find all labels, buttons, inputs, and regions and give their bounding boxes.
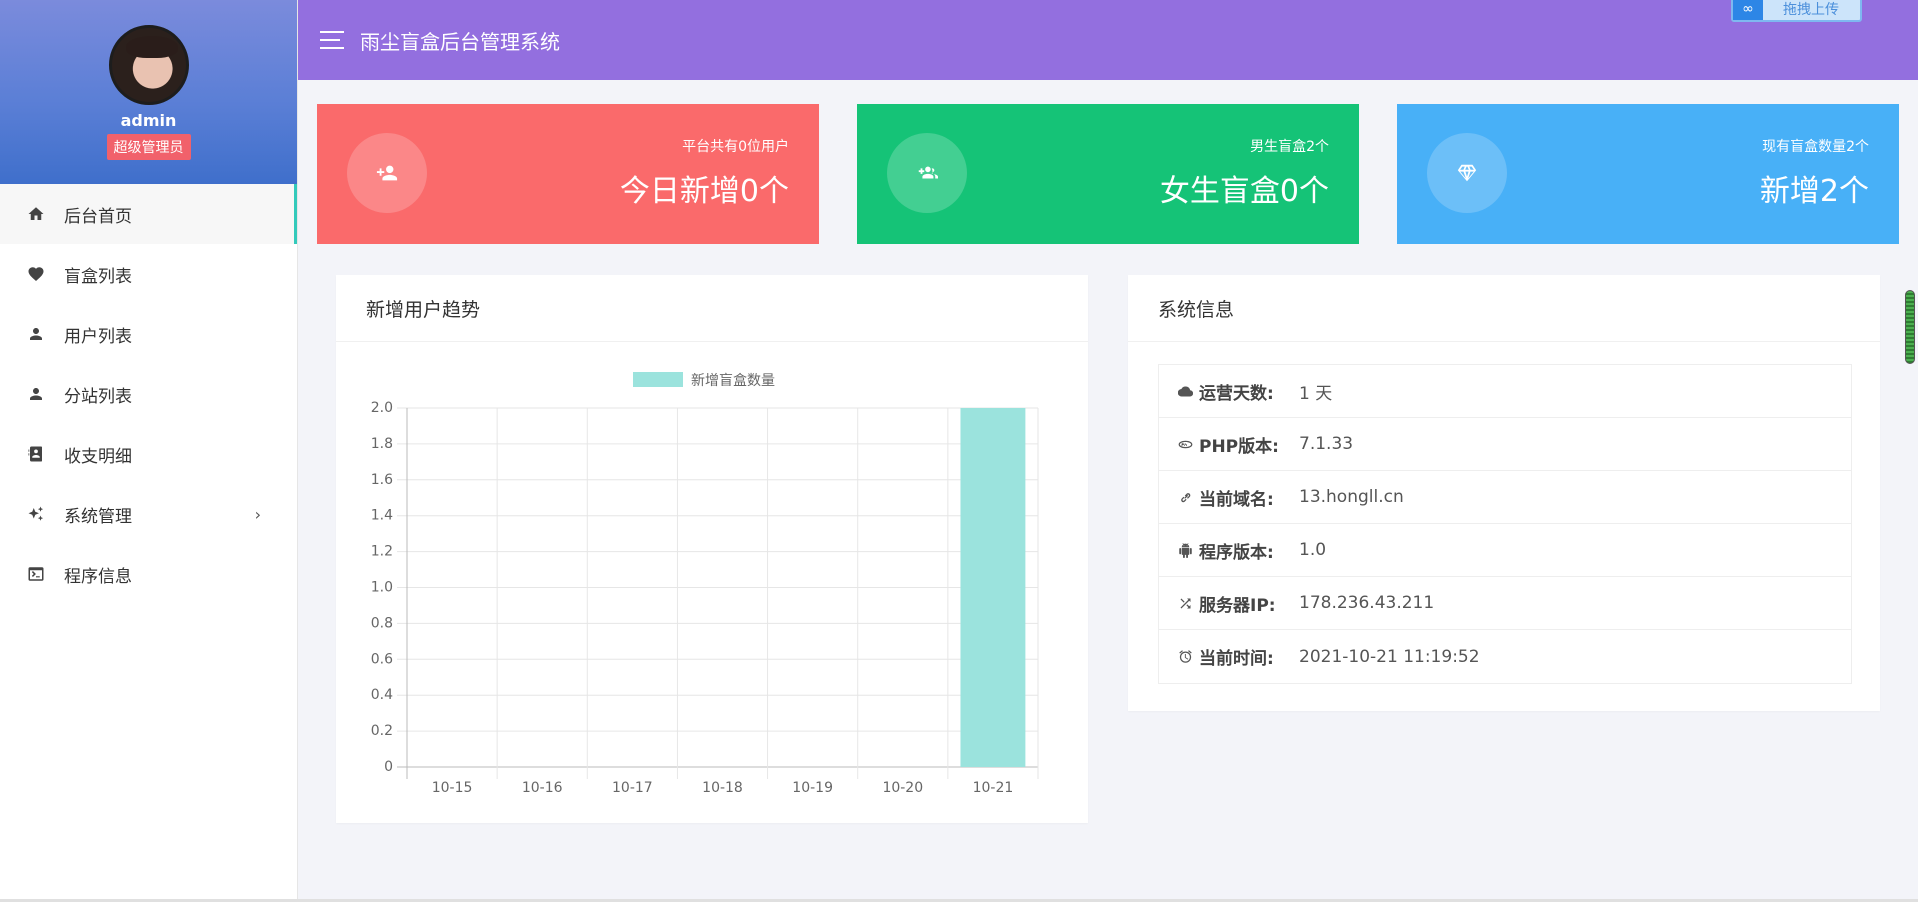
sidebar-item-user-list[interactable]: 用户列表 xyxy=(0,304,297,364)
scrollbar-thumb[interactable] xyxy=(1905,290,1915,364)
info-row-server-ip: 服务器IP: 178.236.43.211 xyxy=(1159,577,1851,630)
heart-icon xyxy=(26,264,46,284)
alarm-icon xyxy=(1177,649,1193,665)
role-badge: 超级管理员 xyxy=(106,134,191,160)
system-panel-title: 系统信息 xyxy=(1128,275,1880,342)
system-info-table: 运营天数: 1 天 PHP版本: 7.1.33 当前域名: 13.hongll.… xyxy=(1158,364,1852,684)
trend-chart: 0 0.2 0.4 0.6 0.8 1.0 1.2 1.4 1.6 1.8 2.0 10-15 10-1… xyxy=(371,372,1039,796)
user-icon xyxy=(26,324,46,344)
users-plus-icon xyxy=(887,133,967,213)
info-label: 服务器IP: xyxy=(1199,595,1276,616)
stat-value: 新增2个 xyxy=(1759,174,1869,209)
info-row-php: PHP版本: 7.1.33 xyxy=(1159,418,1851,471)
info-label: 运营天数: xyxy=(1199,383,1274,404)
sidebar-item-label: 分站列表 xyxy=(64,386,132,407)
baidu-cloud-icon: ∞ xyxy=(1733,0,1763,20)
x-tick-label: 10-19 xyxy=(792,780,833,796)
info-value: 7.1.33 xyxy=(1299,434,1354,454)
sidebar-item-label: 盲盒列表 xyxy=(64,266,132,287)
stat-card-box-count: 现有盲盒数量2个 新增2个 xyxy=(1397,104,1899,244)
info-row-domain: 当前域名: 13.hongll.cn xyxy=(1159,471,1851,524)
info-value: 2021-10-21 11:19:52 xyxy=(1299,646,1480,667)
sidebar: admin 超级管理员 后台首页 盲盒列表 用户列表 分站列表 收支明细 系统管… xyxy=(0,0,298,902)
y-tick-label: 0.8 xyxy=(371,615,393,631)
drag-upload-button[interactable]: ∞ 拖拽上传 xyxy=(1731,0,1862,22)
sidebar-item-label: 后台首页 xyxy=(64,206,132,227)
sidebar-item-program-info[interactable]: 程序信息 xyxy=(0,544,297,604)
y-tick-label: 2.0 xyxy=(371,400,393,416)
stat-subtitle: 现有盲盒数量2个 xyxy=(1762,139,1869,155)
y-tick-label: 0.4 xyxy=(371,687,393,703)
shuffle-icon xyxy=(1177,595,1193,611)
x-tick-label: 10-20 xyxy=(882,780,923,796)
sidebar-item-label: 程序信息 xyxy=(64,566,132,587)
info-value: 178.236.43.211 xyxy=(1299,593,1435,613)
info-row-version: 程序版本: 1.0 xyxy=(1159,524,1851,577)
info-row-uptime: 运营天数: 1 天 xyxy=(1159,365,1851,418)
stat-subtitle: 平台共有0位用户 xyxy=(682,139,789,155)
stat-subtitle: 男生盲盒2个 xyxy=(1250,139,1329,155)
stat-card-boxes-gender: 男生盲盒2个 女生盲盒0个 xyxy=(857,104,1359,244)
x-tick-label: 10-15 xyxy=(432,780,473,796)
chart-panel: 新增用户趋势 0 0.2 0.4 0.6 0.8 1.0 1.2 1.4 1.6 1.8 2.0 10… xyxy=(336,275,1088,823)
x-tick-label: 10-17 xyxy=(612,780,653,796)
x-tick-label: 10-21 xyxy=(973,780,1014,796)
sidebar-item-system[interactable]: 系统管理 › xyxy=(0,484,297,544)
y-tick-label: 0.6 xyxy=(371,651,393,667)
legend-swatch xyxy=(633,372,683,387)
chart-bar xyxy=(960,408,1026,767)
info-row-current-time: 当前时间: 2021-10-21 11:19:52 xyxy=(1159,630,1851,683)
android-icon xyxy=(1177,542,1193,558)
diamond-icon xyxy=(1427,133,1507,213)
x-tick-label: 10-18 xyxy=(702,780,743,796)
sidebar-item-substation-list[interactable]: 分站列表 xyxy=(0,364,297,424)
stat-value: 女生盲盒0个 xyxy=(1159,174,1329,209)
info-label: 当前时间: xyxy=(1199,649,1274,669)
y-tick-label: 0.2 xyxy=(371,723,393,739)
sparkle-icon xyxy=(26,504,46,524)
legend-label: 新增盲盒数量 xyxy=(691,372,775,389)
php-icon xyxy=(1177,436,1193,452)
home-icon xyxy=(26,204,46,224)
top-bar: 雨尘盲盒后台管理系统 xyxy=(298,0,1918,80)
sidebar-item-label: 系统管理 xyxy=(64,506,132,527)
sidebar-item-finance[interactable]: 收支明细 xyxy=(0,424,297,484)
info-label: 当前域名: xyxy=(1199,489,1274,510)
y-tick-label: 1.2 xyxy=(371,544,393,560)
info-label: PHP版本: xyxy=(1199,436,1279,457)
cloud-icon xyxy=(1177,383,1193,399)
y-tick-label: 1.8 xyxy=(371,436,393,452)
link-icon xyxy=(1177,489,1193,505)
drag-upload-label: 拖拽上传 xyxy=(1783,2,1839,18)
console-icon xyxy=(26,564,46,584)
user-icon xyxy=(26,384,46,404)
system-info-panel: 系统信息 运营天数: 1 天 PHP版本: 7.1.33 当前域名: 13.ho… xyxy=(1128,275,1880,711)
chart-panel-title: 新增用户趋势 xyxy=(336,275,1088,342)
chevron-right-icon: › xyxy=(254,505,261,524)
info-value: 1 天 xyxy=(1299,383,1333,404)
sidebar-item-home[interactable]: 后台首页 xyxy=(0,184,297,244)
contacts-icon xyxy=(26,444,46,464)
y-tick-label: 0 xyxy=(384,759,393,775)
y-tick-label: 1.4 xyxy=(371,508,393,524)
avatar[interactable] xyxy=(108,25,189,105)
username: admin xyxy=(120,111,177,130)
y-tick-label: 1.6 xyxy=(371,472,393,488)
menu-toggle-icon[interactable] xyxy=(320,31,344,49)
info-value: 1.0 xyxy=(1299,540,1327,560)
user-plus-icon xyxy=(347,133,427,213)
sidebar-menu: 后台首页 盲盒列表 用户列表 分站列表 收支明细 系统管理 › 程序信息 xyxy=(0,184,297,604)
sidebar-item-label: 用户列表 xyxy=(64,326,132,347)
stat-value: 今日新增0个 xyxy=(619,174,789,209)
info-value: 13.hongll.cn xyxy=(1299,487,1404,507)
page-title: 雨尘盲盒后台管理系统 xyxy=(360,29,560,54)
x-tick-label: 10-16 xyxy=(522,780,563,796)
profile-header: admin 超级管理员 xyxy=(0,0,297,184)
stat-card-users: 平台共有0位用户 今日新增0个 xyxy=(317,104,819,244)
info-label: 程序版本: xyxy=(1199,542,1274,563)
y-tick-label: 1.0 xyxy=(371,580,393,596)
sidebar-item-blindbox-list[interactable]: 盲盒列表 xyxy=(0,244,297,304)
sidebar-item-label: 收支明细 xyxy=(64,446,132,467)
